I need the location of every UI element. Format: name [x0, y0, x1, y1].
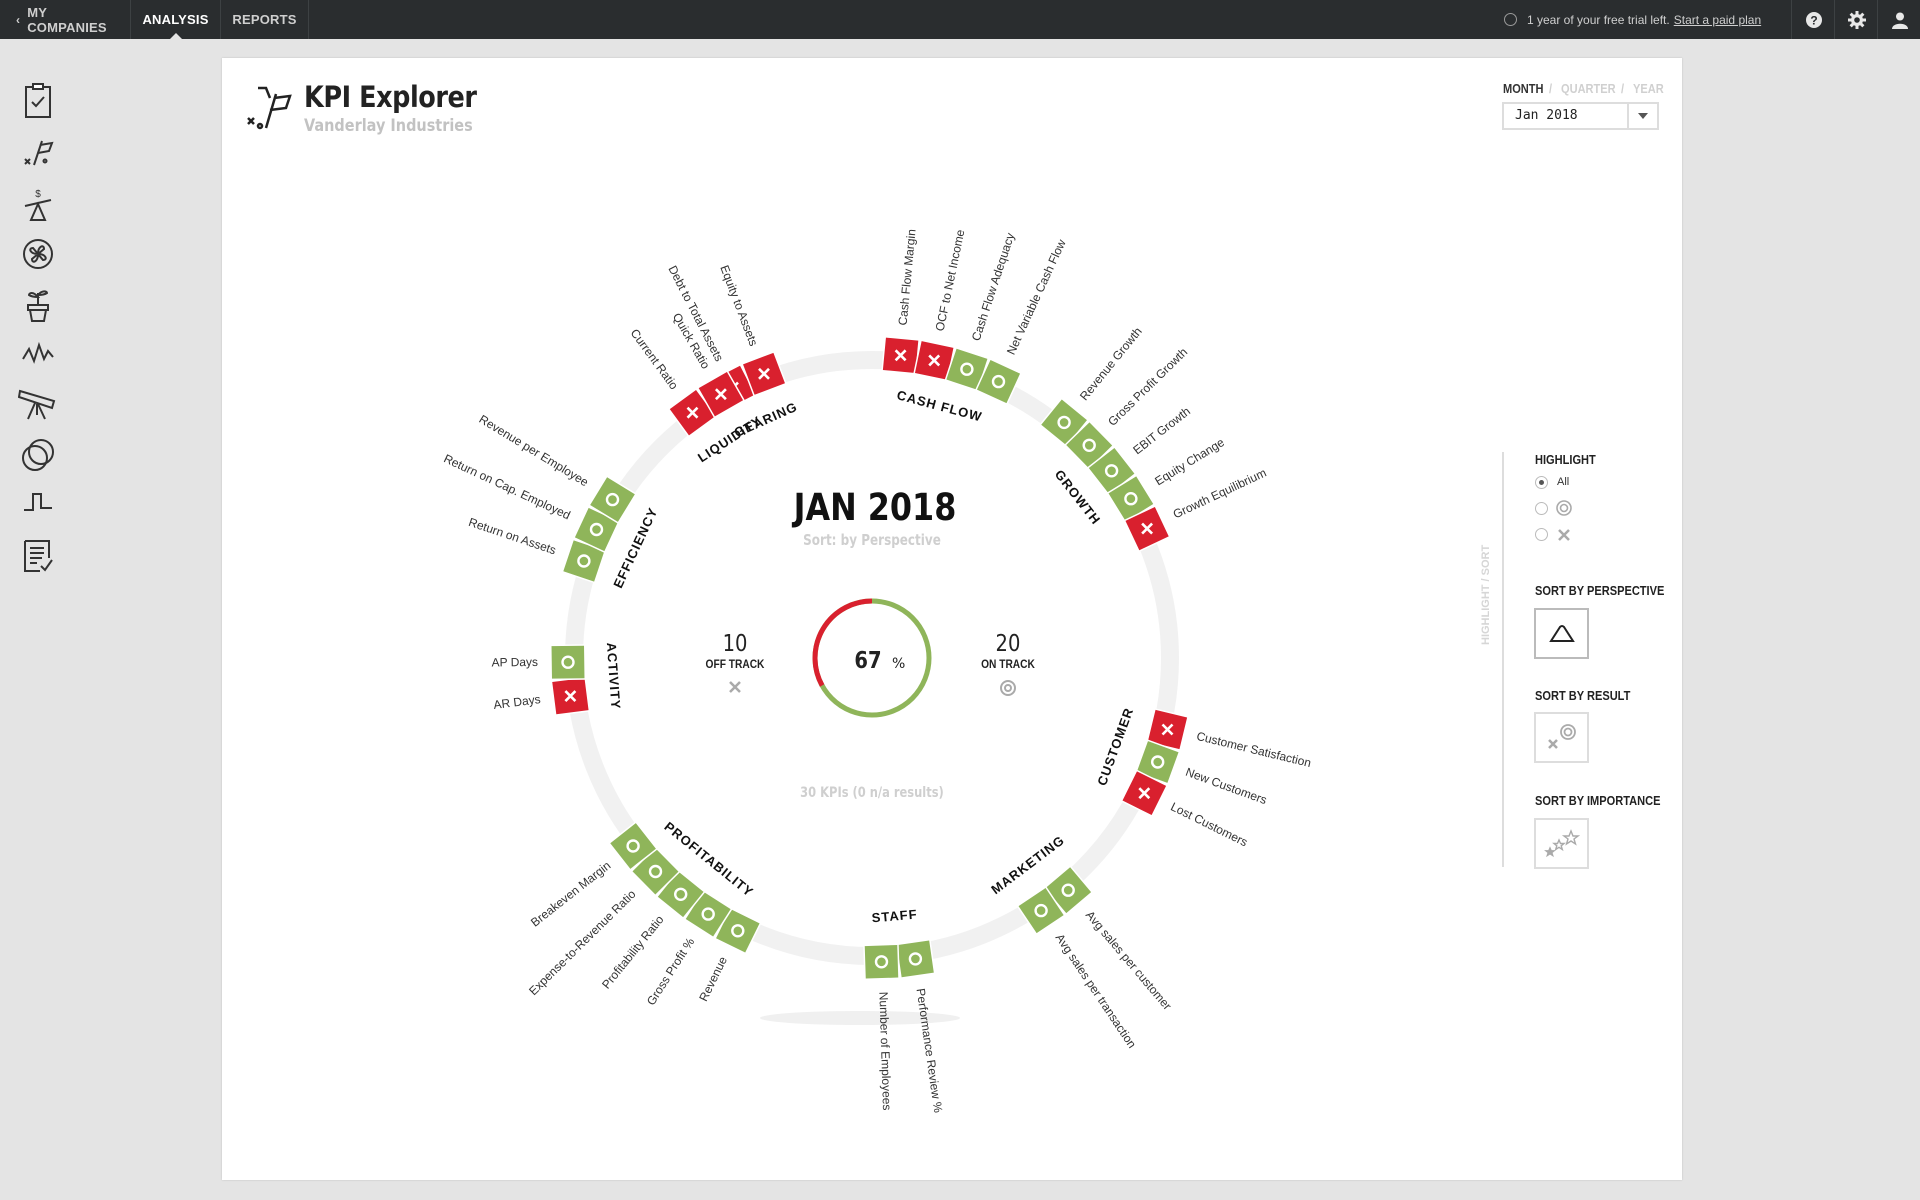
perspective-staff: Performance Review % Number of Employees S… [863, 906, 945, 1114]
highlight-title: HIGHLIGHT [1535, 452, 1596, 467]
nav-reports[interactable]: REPORTS [221, 0, 309, 39]
result-sort-icon [1547, 723, 1576, 749]
kpi-tile-cash-flow-margin[interactable] [881, 335, 920, 375]
kpi-label-growth-equilibrium: Growth Equilibrium [1171, 466, 1269, 522]
percent-value: 67 [854, 648, 881, 675]
date-select-value: Jan 2018 [1515, 108, 1578, 123]
highlight-sort-label: HIGHLIGHT / SORT [1480, 544, 1492, 645]
kpi-tile-performance-review[interactable] [895, 938, 936, 980]
kpi-label-gross-profit: Gross Profit % [644, 935, 698, 1008]
triangle-icon [1548, 624, 1575, 642]
user-icon[interactable] [1877, 0, 1920, 39]
sort-importance-title: SORT BY IMPORTANCE [1535, 793, 1661, 808]
percent-sign: % [892, 656, 905, 672]
kpi-label-lost-customers: Lost Customers [1168, 799, 1249, 849]
kpi-tile-ap-days[interactable] [550, 644, 586, 681]
highlight-off-track-radio[interactable] [1535, 528, 1548, 541]
perspective-cash-flow: Cash Flow Margin OCF to Net Income Cash Fl… [881, 228, 1069, 424]
on-track-count: 20 [996, 631, 1021, 658]
nav-analysis[interactable]: ANALYSIS [131, 0, 221, 39]
kpi-label-ap-days: AP Days [491, 655, 538, 670]
perspective-name: CUSTOMER [1094, 705, 1136, 787]
plant-pot-icon[interactable] [16, 285, 60, 325]
stars-icon [1543, 828, 1580, 857]
period-year[interactable]: YEAR [1633, 81, 1664, 96]
center-period: JAN 2018 [792, 487, 957, 530]
kpi-flag-icon[interactable] [16, 133, 60, 173]
step-chart-icon[interactable] [16, 482, 60, 522]
kpi-label-cash-flow-margin: Cash Flow Margin [896, 228, 919, 326]
kpi-label-ebit-growth: EBIT Growth [1130, 404, 1193, 457]
report-check-icon[interactable] [16, 536, 60, 576]
nav-my-companies[interactable]: ‹ MY COMPANIES [0, 0, 131, 39]
perspective-name: STAFF [871, 906, 918, 925]
overlap-circles-icon[interactable] [16, 435, 60, 475]
kpi-label-ar-days: AR Days [493, 692, 542, 712]
sort-result-title: SORT BY RESULT [1535, 688, 1631, 703]
highlight-all-radio[interactable] [1535, 476, 1548, 489]
svg-text:$: $ [35, 189, 41, 200]
kpi-tile-number-of-employees[interactable] [863, 943, 900, 981]
period-month[interactable]: MONTH [1503, 81, 1544, 96]
kpi-label-performance-review: Performance Review % [913, 987, 945, 1113]
highlight-all-label: All [1557, 476, 1570, 488]
kpi-label-customer-satisfaction: Customer Satisfaction [1195, 729, 1312, 770]
pulse-icon[interactable] [16, 333, 60, 373]
kpi-label-net-variable-cash-flow: Net Variable Cash Flow [1004, 237, 1069, 357]
sort-by-importance-button[interactable] [1534, 818, 1589, 869]
on-track-label: ON TRACK [981, 658, 1035, 671]
balance-scale-icon[interactable]: $ [16, 185, 60, 225]
off-track-label: OFF TRACK [706, 658, 765, 671]
period-separator: / [1621, 81, 1625, 96]
perspective-efficiency: Return on AssetsReturn on Cap. EmployedR… [442, 412, 661, 590]
svg-text:?: ? [1810, 13, 1817, 27]
kpi-label-revenue: Revenue [696, 954, 730, 1004]
fan-icon[interactable] [16, 234, 60, 274]
kpi-label-ocf-to-net-income: OCF to Net Income [933, 228, 968, 332]
sort-label: Sort: by Perspective [803, 532, 941, 550]
date-select[interactable]: Jan 2018 [1502, 102, 1659, 130]
perspective-name: CASH FLOW [895, 387, 984, 424]
kpi-tile-ar-days[interactable] [550, 676, 591, 716]
on-track-highlight-icon [1556, 500, 1572, 516]
perspective-profitability: RevenueGross Profit %Profitability Ratio… [526, 819, 762, 1008]
kpi-label-equity-change: Equity Change [1152, 435, 1227, 488]
period-separator: / [1549, 81, 1553, 96]
off-track-count: 10 [723, 631, 748, 658]
panel-divider [1502, 452, 1504, 867]
trial-notice: 1 year of your free trial left. Start a … [1504, 0, 1761, 39]
total-kpis-label: 30 KPIs (0 n/a results) [800, 785, 944, 801]
sort-perspective-title: SORT BY PERSPECTIVE [1535, 583, 1665, 598]
top-bar: ‹ MY COMPANIES ANALYSIS REPORTS 1 year o… [0, 0, 1920, 39]
sort-by-perspective-button[interactable] [1534, 608, 1589, 659]
kpi-label-new-customers: New Customers [1184, 765, 1269, 807]
chevron-left-icon: ‹ [16, 12, 21, 27]
off-track-highlight-icon [1557, 528, 1571, 542]
kpi-label-number-of-employees: Number of Employees [876, 992, 894, 1111]
sort-by-result-button[interactable] [1534, 712, 1589, 763]
kpi-radial-chart: Debt to Total AssetsEquity to AssetsGEAR… [442, 228, 1313, 1114]
kpi-label-cash-flow-adequacy: Cash Flow Adequacy [969, 231, 1018, 342]
off-track-icon [729, 681, 741, 693]
period-quarter[interactable]: QUARTER [1561, 81, 1616, 96]
help-icon[interactable]: ? [1791, 0, 1835, 39]
settings-icon[interactable] [1834, 0, 1878, 39]
clock-icon [1504, 13, 1517, 26]
perspective-growth: Revenue GrowthGross Profit GrowthEBIT Gr… [1039, 324, 1269, 553]
perspective-activity: AR Days AP Days ACTIVITY [491, 642, 624, 716]
on-track-icon [1000, 680, 1016, 696]
kpi-label-expense-to-revenue-ratio: Expense-to-Revenue Ratio [526, 887, 639, 998]
telescope-icon[interactable] [16, 383, 60, 423]
kpi-label-equity-to-assets: Equity to Assets [717, 263, 760, 348]
start-paid-plan-link[interactable]: Start a paid plan [1674, 13, 1761, 27]
perspective-name: ACTIVITY [604, 642, 624, 710]
highlight-on-track-radio[interactable] [1535, 502, 1548, 515]
clipboard-check-icon[interactable] [16, 81, 60, 121]
kpi-label-current-ratio: Current Ratio [628, 326, 682, 392]
kpi-label-return-on-assets: Return on Assets [467, 515, 558, 557]
chevron-down-icon [1627, 104, 1657, 128]
